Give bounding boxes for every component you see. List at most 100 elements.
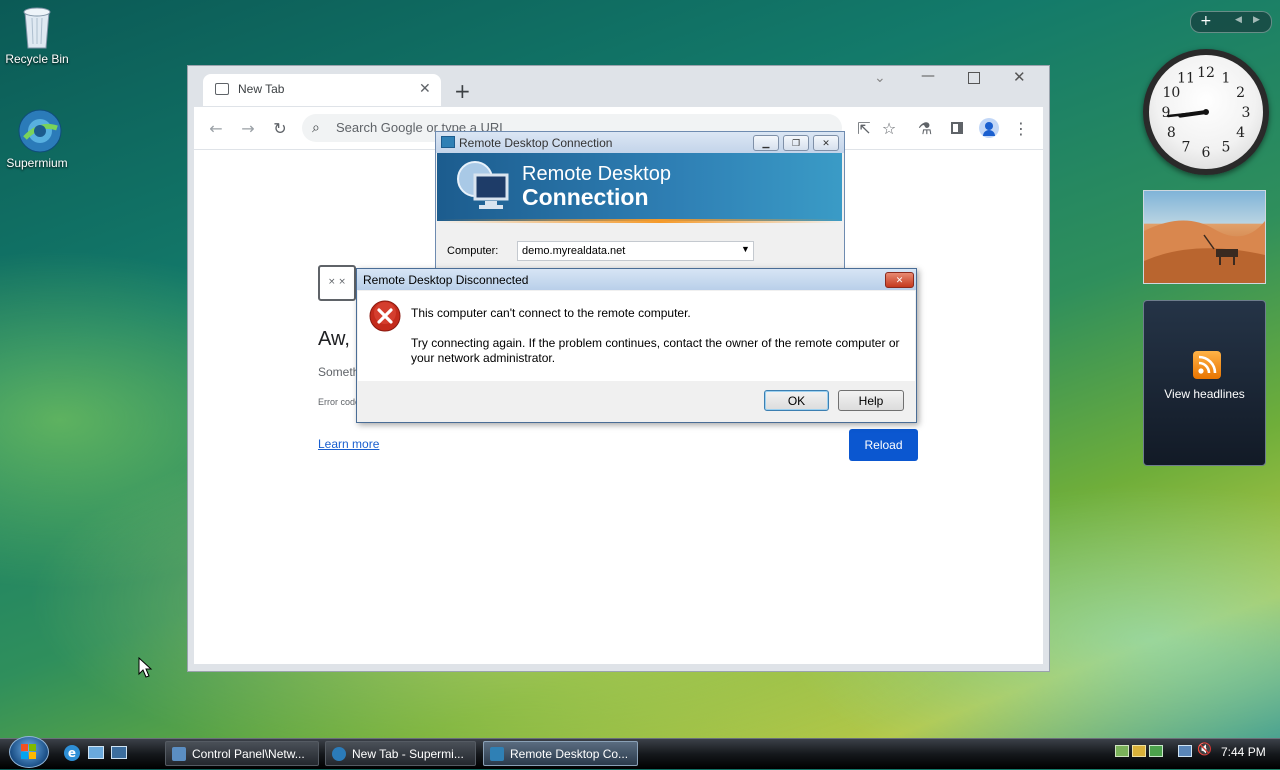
clock-numeral: 5	[1222, 140, 1231, 156]
supermium-icon	[17, 108, 62, 153]
rdc-restore-button[interactable]: ❐	[783, 135, 809, 151]
dialog-body: This computer can't connect to the remot…	[358, 291, 915, 381]
reload-button[interactable]: Reload	[849, 429, 918, 461]
rdc-title-icon	[441, 136, 455, 148]
tab-close-icon[interactable]: ✕	[419, 80, 431, 97]
tab-new-tab[interactable]: New Tab ✕	[203, 74, 441, 106]
tray-update-icon[interactable]	[1149, 745, 1163, 757]
tray-security-icon[interactable]	[1132, 745, 1146, 757]
help-button[interactable]: Help	[838, 390, 904, 411]
control-panel-icon	[172, 746, 186, 761]
next-page-icon[interactable]: ▶	[1253, 15, 1260, 25]
chevron-down-icon[interactable]: ▼	[741, 244, 750, 254]
taskbar-item-label: Control Panel\Netw...	[192, 746, 305, 761]
slideshow-gadget[interactable]	[1143, 190, 1266, 284]
clock-numeral: 2	[1236, 85, 1245, 101]
window-close-button[interactable]: ✕	[1013, 68, 1026, 86]
clock-numeral: 1	[1222, 70, 1231, 86]
rdc-titlebar: Remote Desktop Connection ▁ ❐ ✕	[436, 132, 844, 153]
menu-kebab-icon[interactable]: ⋮	[1009, 116, 1033, 140]
oryx-photo-icon	[1144, 220, 1265, 283]
clock-numeral: 6	[1202, 145, 1211, 161]
search-icon: ⌕	[312, 119, 320, 135]
new-tab-button[interactable]: +	[454, 79, 471, 103]
clock-numeral: 10	[1162, 85, 1180, 101]
start-button[interactable]	[9, 736, 49, 768]
rdc-accent-stripe	[437, 219, 842, 223]
forward-icon[interactable]: →	[236, 116, 260, 140]
sidebar-controls: + ◀ ▶	[1190, 11, 1272, 33]
recycle-bin-icon	[17, 4, 57, 49]
rdc-close-button[interactable]: ✕	[813, 135, 839, 151]
rdc-title: Remote Desktop Connection	[459, 136, 613, 150]
tray-volume-muted-icon[interactable]: 🔇	[1197, 742, 1212, 756]
labs-flask-icon[interactable]: ⚗	[913, 116, 937, 140]
tray-monitors-icon[interactable]	[1178, 745, 1192, 757]
dialog-title: Remote Desktop Disconnected	[363, 273, 529, 287]
quicklaunch-show-desktop-icon[interactable]	[88, 746, 104, 759]
windows-logo-icon	[21, 744, 36, 759]
feeds-gadget[interactable]: View headlines	[1143, 300, 1266, 466]
desktop-icon-label: Supermium	[6, 156, 68, 170]
desktop-icon-recycle-bin[interactable]: Recycle Bin	[0, 4, 77, 66]
dialog-titlebar: Remote Desktop Disconnected ✕	[357, 269, 916, 290]
desktop-icon-label: Recycle Bin	[5, 52, 69, 66]
window-minimize-button[interactable]: —	[921, 68, 935, 84]
share-icon[interactable]: ⇱	[852, 116, 876, 140]
taskbar-item-remote-desktop[interactable]: Remote Desktop Co...	[483, 741, 638, 766]
back-icon[interactable]: ←	[204, 116, 228, 140]
remote-desktop-icon	[490, 746, 504, 761]
error-text: Someth	[318, 365, 360, 379]
clock-numeral: 11	[1177, 70, 1195, 86]
error-icon	[369, 300, 401, 332]
rdc-banner-line1: Remote Desktop	[522, 163, 671, 185]
rdc-computer-value: demo.myrealdata.net	[522, 245, 626, 257]
clock-numeral: 9	[1162, 105, 1171, 121]
desktop-icon-supermium[interactable]: Supermium	[0, 108, 77, 170]
rdc-banner-line2: Connection	[522, 184, 649, 210]
rdc-minimize-button[interactable]: ▁	[753, 135, 779, 151]
tab-title: New Tab	[238, 82, 285, 96]
clock-numeral: 4	[1236, 125, 1245, 141]
error-heading: Aw,	[318, 328, 350, 350]
tray-network-icon[interactable]	[1115, 745, 1129, 757]
rss-icon	[1193, 351, 1221, 379]
clock-center-pin	[1203, 109, 1209, 115]
clock-numeral: 8	[1167, 125, 1176, 141]
add-gadget-icon[interactable]: +	[1200, 13, 1212, 29]
ok-button[interactable]: OK	[764, 390, 829, 411]
supermium-icon	[332, 746, 346, 761]
mouse-cursor-icon	[138, 657, 153, 678]
tab-search-chevron-icon[interactable]: ⌄	[874, 70, 886, 86]
feeds-label[interactable]: View headlines	[1144, 387, 1265, 401]
sad-tab-icon: × ×	[318, 265, 356, 301]
window-maximize-button[interactable]	[968, 72, 980, 84]
rdc-banner: Remote Desktop Connection	[437, 153, 842, 221]
previous-page-icon[interactable]: ◀	[1235, 15, 1242, 25]
quicklaunch-ie-icon[interactable]: e	[64, 745, 80, 761]
dialog-close-button[interactable]: ✕	[885, 272, 914, 288]
side-panel-icon[interactable]	[945, 116, 969, 140]
rdc-monitor-icon	[455, 159, 511, 215]
clock-numeral: 12	[1197, 65, 1215, 81]
rdc-computer-label: Computer:	[447, 245, 499, 257]
tab-favicon-icon	[215, 83, 229, 95]
rdc-computer-combobox[interactable]: demo.myrealdata.net ▼	[517, 241, 754, 261]
profile-avatar-icon[interactable]	[977, 116, 1001, 140]
clock-numeral: 7	[1182, 140, 1191, 156]
dialog-detail: Try connecting again. If the problem con…	[411, 336, 900, 365]
taskbar-item-label: Remote Desktop Co...	[510, 746, 629, 761]
quicklaunch-switch-windows-icon[interactable]	[111, 746, 127, 759]
taskbar-item-label: New Tab - Supermi...	[352, 746, 464, 761]
taskbar-item-control-panel[interactable]: Control Panel\Netw...	[165, 741, 319, 766]
bookmark-star-icon[interactable]: ☆	[877, 116, 901, 140]
error-code: Error code	[318, 397, 358, 407]
reload-icon[interactable]: ↻	[268, 116, 292, 140]
clock-numeral: 3	[1242, 105, 1251, 121]
dialog-message: This computer can't connect to the remot…	[411, 306, 691, 320]
learn-more-link[interactable]: Learn more	[318, 437, 379, 451]
taskbar-item-new-tab[interactable]: New Tab - Supermi...	[325, 741, 476, 766]
clock-time[interactable]: 7:44 PM	[1221, 745, 1266, 759]
clock-gadget[interactable]: 1 2 3 4 5 6 7 8 9 10 11 12	[1143, 49, 1269, 175]
clock-face-icon: 1234567891011 12	[1162, 65, 1251, 161]
